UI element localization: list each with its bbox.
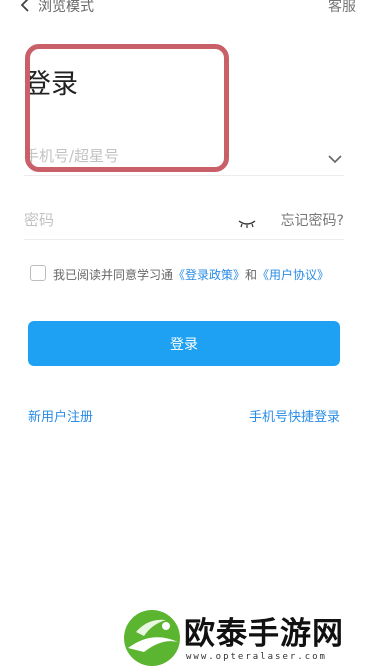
watermark-url: www.opteralaser.com	[186, 652, 327, 662]
watermark-logo-icon	[122, 608, 182, 668]
chevron-down-icon[interactable]	[328, 149, 342, 164]
register-link[interactable]: 新用户注册	[28, 406, 93, 425]
watermark-name: 欧泰手游网	[184, 616, 344, 652]
top-bar: 浏览模式 客服	[0, 0, 370, 16]
user-agreement-link[interactable]: 《用户协议》	[257, 268, 329, 282]
browse-mode-link[interactable]: 浏览模式	[38, 0, 94, 16]
password-input[interactable]	[24, 206, 224, 234]
agreement-prefix: 我已阅读并同意学习通	[53, 268, 174, 282]
eye-closed-icon[interactable]	[238, 214, 256, 228]
login-policy-link[interactable]: 《登录政策》	[173, 268, 245, 282]
highlight-annotation	[25, 44, 229, 172]
agreement-and: 和	[245, 268, 258, 282]
agreement-row: 我已阅读并同意学习通《登录政策》和《用户协议》	[30, 264, 350, 284]
agreement-text: 我已阅读并同意学习通《登录政策》和《用户协议》	[53, 266, 329, 283]
password-field-row: 忘记密码?	[24, 200, 344, 240]
customer-service-link[interactable]: 客服	[328, 0, 356, 16]
watermark: 欧泰手游网 www.opteralaser.com	[122, 606, 370, 672]
back-chevron-icon[interactable]	[18, 0, 32, 13]
login-button[interactable]: 登录	[28, 321, 340, 366]
agree-checkbox[interactable]	[30, 265, 46, 281]
quick-login-link[interactable]: 手机号快捷登录	[249, 406, 340, 425]
forgot-password-link[interactable]: 忘记密码?	[281, 210, 344, 230]
